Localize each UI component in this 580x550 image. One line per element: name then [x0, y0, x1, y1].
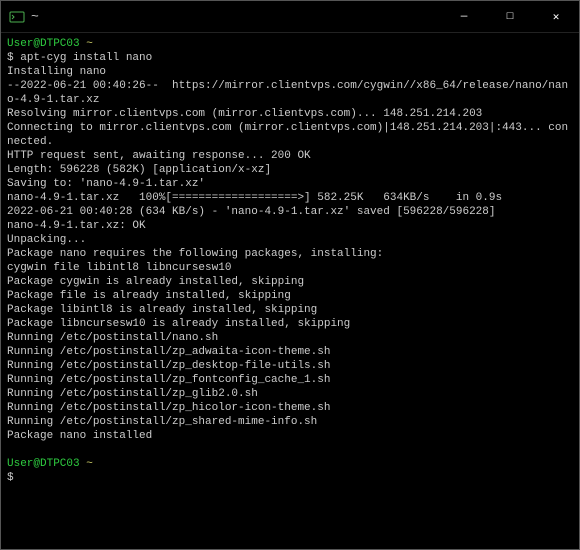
output-line: HTTP request sent, awaiting response... …: [7, 149, 573, 163]
close-button[interactable]: ✕: [533, 1, 579, 32]
prompt-line: User@DTPC03 ~: [7, 37, 573, 51]
prompt-path: ~: [86, 458, 93, 470]
output-line: Package libintl8 is already installed, s…: [7, 303, 573, 317]
close-icon: ✕: [553, 10, 560, 24]
output-line: Length: 596228 (582K) [application/x-xz]: [7, 163, 573, 177]
terminal-window: ~ — □ ✕ User@DTPC03 ~$ apt-cyg install n…: [0, 0, 580, 550]
output-line: Package nano installed: [7, 429, 573, 443]
prompt-path: ~: [86, 38, 93, 50]
output-line: cygwin file libintl8 libncursesw10: [7, 261, 573, 275]
output-line: Running /etc/postinstall/zp_desktop-file…: [7, 359, 573, 373]
window-title: ~: [31, 9, 39, 24]
output-line: Running /etc/postinstall/zp_shared-mime-…: [7, 415, 573, 429]
maximize-icon: □: [507, 11, 514, 23]
output-line: nano-4.9-1.tar.xz: OK: [7, 219, 573, 233]
output-line: Running /etc/postinstall/zp_fontconfig_c…: [7, 373, 573, 387]
output-line: Saving to: 'nano-4.9-1.tar.xz': [7, 177, 573, 191]
output-line: 2022-06-21 00:40:28 (634 KB/s) - 'nano-4…: [7, 205, 573, 219]
output-line: Unpacking...: [7, 233, 573, 247]
output-line: Package nano requires the following pack…: [7, 247, 573, 261]
titlebar-left: ~: [1, 9, 39, 25]
output-line: Running /etc/postinstall/zp_adwaita-icon…: [7, 345, 573, 359]
minimize-button[interactable]: —: [441, 1, 487, 32]
output-line: Resolving mirror.clientvps.com (mirror.c…: [7, 107, 573, 121]
prompt-user-host: User@DTPC03: [7, 458, 80, 470]
maximize-button[interactable]: □: [487, 1, 533, 32]
prompt-ready: $: [7, 471, 573, 485]
prompt-symbol: $: [7, 472, 14, 484]
prompt-symbol: $: [7, 52, 14, 64]
titlebar: ~ — □ ✕: [1, 1, 579, 33]
output-line: Running /etc/postinstall/zp_glib2.0.sh: [7, 387, 573, 401]
minimize-icon: —: [461, 11, 468, 23]
output-line: Package libncursesw10 is already install…: [7, 317, 573, 331]
output-line: Installing nano: [7, 65, 573, 79]
terminal-body[interactable]: User@DTPC03 ~$ apt-cyg install nanoInsta…: [1, 33, 579, 549]
output-line: Running /etc/postinstall/zp_hicolor-icon…: [7, 401, 573, 415]
output-line: Package cygwin is already installed, ski…: [7, 275, 573, 289]
app-icon: [9, 9, 25, 25]
output-line: Package file is already installed, skipp…: [7, 289, 573, 303]
command-line: $ apt-cyg install nano: [7, 51, 573, 65]
output-line: Running /etc/postinstall/nano.sh: [7, 331, 573, 345]
output-line: Connecting to mirror.clientvps.com (mirr…: [7, 121, 573, 149]
blank-line: [7, 443, 573, 457]
output-line: --2022-06-21 00:40:26-- https://mirror.c…: [7, 79, 573, 107]
prompt-line: User@DTPC03 ~: [7, 457, 573, 471]
prompt-user-host: User@DTPC03: [7, 38, 80, 50]
command-text: apt-cyg install nano: [20, 52, 152, 64]
window-controls: — □ ✕: [441, 1, 579, 32]
output-line: nano-4.9-1.tar.xz 100%[=================…: [7, 191, 573, 205]
